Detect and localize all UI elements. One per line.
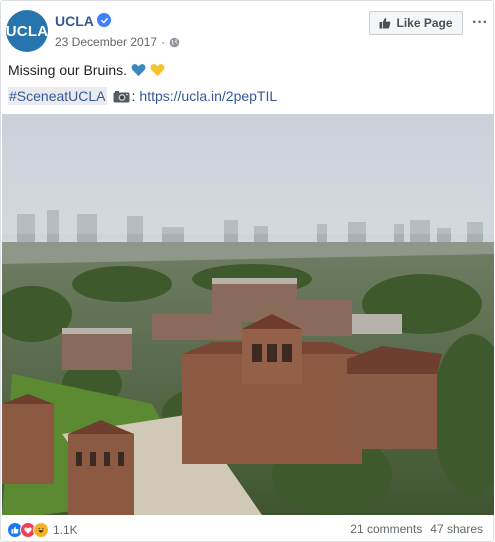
post-caption: Missing our Bruins.: [8, 62, 128, 78]
shares-count-link[interactable]: 47 shares: [430, 522, 483, 536]
post-text-line-2: #SceneatUCLA : https://ucla.in/2pepTIL: [8, 87, 277, 105]
page-avatar[interactable]: UCLA: [6, 10, 48, 52]
page-name-link[interactable]: UCLA: [55, 13, 94, 29]
camera-icon: [113, 90, 130, 102]
engagement-stats: 21 comments 47 shares: [350, 522, 483, 536]
like-page-label: Like Page: [396, 16, 453, 30]
more-options-button[interactable]: ···: [471, 11, 489, 35]
post-date[interactable]: 23 December 2017: [55, 35, 157, 49]
like-page-button[interactable]: Like Page: [369, 11, 463, 35]
hashtag-link[interactable]: #SceneatUCLA: [8, 87, 107, 105]
thumbs-up-icon: [379, 17, 391, 29]
globe-icon: [169, 37, 180, 48]
comments-count-link[interactable]: 21 comments: [350, 522, 422, 536]
yellow-heart-icon: [150, 63, 165, 77]
short-url-link[interactable]: https://ucla.in/2pepTIL: [139, 88, 277, 104]
haha-reaction-icon: [33, 522, 49, 538]
blue-heart-icon: [131, 63, 146, 77]
verified-badge-icon: [97, 13, 111, 27]
date-separator: ·: [161, 35, 166, 49]
facebook-post: UCLA UCLA 23 December 2017 · Like Page ·…: [0, 0, 494, 542]
reaction-count: 1.1K: [53, 523, 78, 537]
avatar-text: UCLA: [5, 22, 49, 40]
reactions-summary[interactable]: 1.1K: [7, 522, 78, 538]
colon-text: :: [131, 88, 136, 104]
post-text-line-1: Missing our Bruins.: [8, 62, 165, 78]
post-photo[interactable]: [2, 114, 494, 515]
post-meta: 23 December 2017 ·: [55, 35, 180, 49]
post-footer: 1.1K 21 comments 47 shares: [1, 515, 495, 542]
